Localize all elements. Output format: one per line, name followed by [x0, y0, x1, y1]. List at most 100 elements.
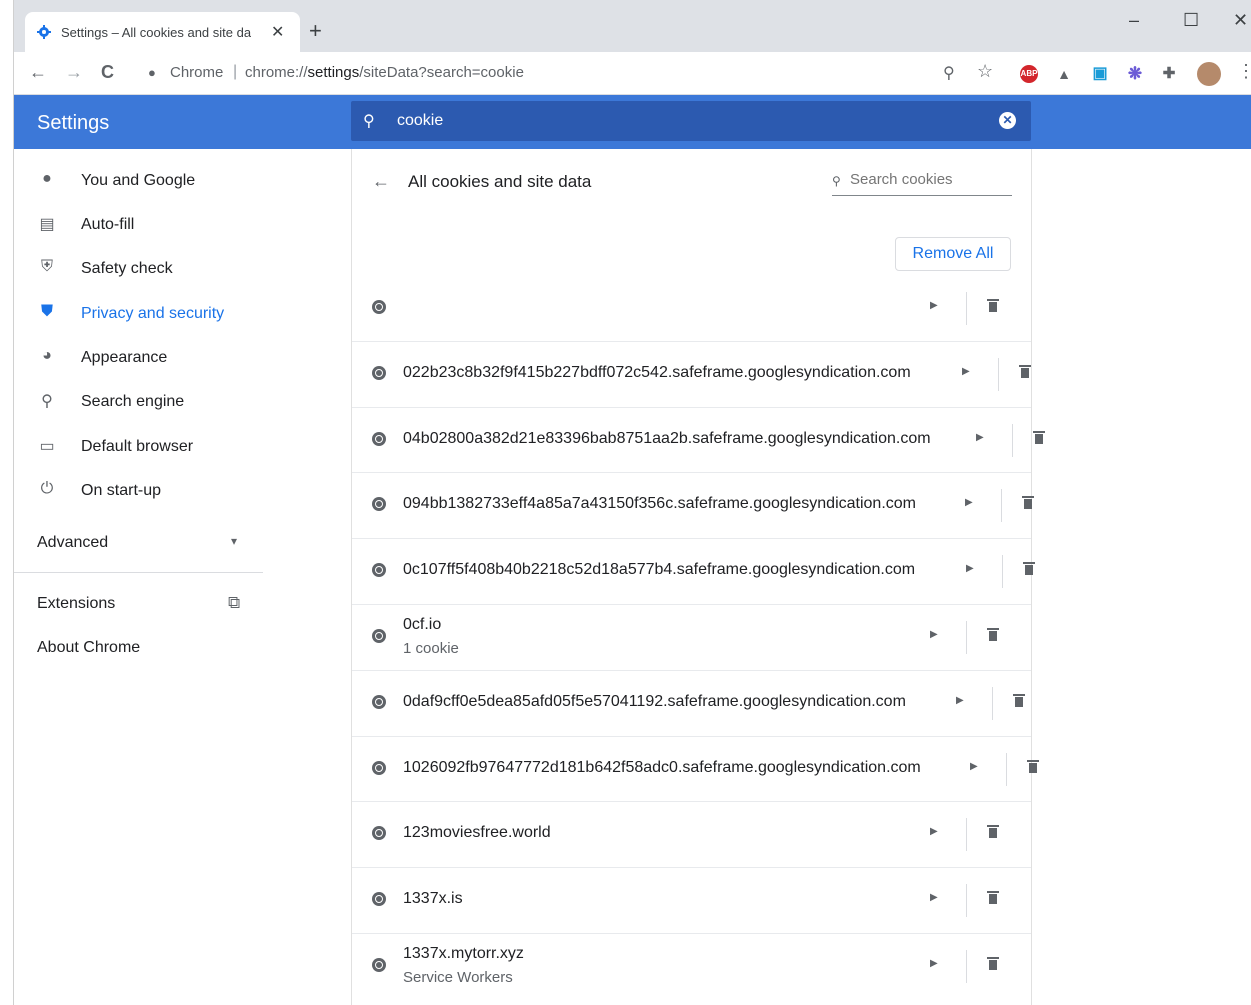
trash-lid — [1022, 496, 1034, 498]
cookie-row[interactable]: 094bb1382733eff4a85a7a43150f356c.safefra… — [352, 472, 1034, 538]
trash-can — [989, 302, 997, 312]
sidebar-item-default-browser[interactable]: ▭ Default browser — [13, 426, 263, 466]
puzzle-icon[interactable]: ✚ — [1160, 65, 1178, 83]
forward-button[interactable]: → — [65, 62, 83, 83]
globe-icon — [372, 761, 386, 775]
search-cookies-input[interactable] — [850, 171, 1010, 188]
remove-all-button[interactable]: Remove All — [895, 237, 1011, 271]
trash-lid — [1023, 562, 1035, 564]
trash-can — [1024, 499, 1032, 509]
sidebar-item-safety-check[interactable]: ⛨ Safety check — [13, 248, 263, 288]
url-prefix: chrome:// — [245, 64, 308, 81]
search-cookies-field[interactable]: ⚲ — [832, 171, 1012, 196]
trash-icon[interactable] — [1023, 562, 1035, 575]
trash-can — [1035, 434, 1043, 444]
drive-icon[interactable]: ▲ — [1055, 65, 1073, 83]
cookie-site-name: 1337x.mytorr.xyz — [403, 945, 524, 962]
cookie-row[interactable]: 1337x.mytorr.xyz Service Workers ▶ — [352, 933, 1031, 999]
trash-icon[interactable] — [1019, 365, 1031, 378]
settings-search-box[interactable]: ⚲ cookie ✕ — [351, 101, 1031, 141]
back-arrow-icon[interactable]: ← — [372, 171, 390, 192]
maximize-button[interactable]: ☐ — [1183, 10, 1199, 31]
sidebar-item-label: You and Google — [81, 172, 196, 189]
trash-can — [989, 960, 997, 970]
cookie-row[interactable]: 022b23c8b32f9f415b227bdff072c542.safefra… — [352, 341, 1031, 407]
sidebar-item-label: Appearance — [81, 349, 168, 366]
address-bar[interactable]: ● Chrome | chrome://settings/siteData?se… — [143, 58, 1013, 88]
cookie-row[interactable]: 04b02800a382d21e83396bab8751aa2b.safefra… — [352, 407, 1045, 473]
cookie-row[interactable]: 123moviesfree.world ▶ — [352, 801, 1031, 867]
trash-icon[interactable] — [987, 825, 999, 838]
sidebar-item-search-engine[interactable]: ⚲ Search engine — [13, 381, 263, 421]
cookie-site-name: 123moviesfree.world — [403, 824, 551, 841]
expand-arrow-icon[interactable]: ▶ — [930, 958, 938, 969]
back-button[interactable]: ← — [29, 62, 47, 83]
settings-search-input[interactable]: cookie — [397, 112, 443, 130]
sidebar-item-on-startup[interactable]: ⏻ On start-up — [13, 470, 263, 510]
minimize-button[interactable]: – — [1129, 10, 1139, 31]
row-separator — [1012, 424, 1013, 457]
trash-icon[interactable] — [1033, 431, 1045, 444]
globe-icon — [372, 366, 386, 380]
sidebar-extensions[interactable]: Extensions — [37, 595, 115, 613]
cookie-row[interactable]: 1026092fb97647772d181b642f58adc0.safefra… — [352, 736, 1039, 802]
external-link-icon[interactable]: ⧉ — [228, 593, 240, 613]
screen-capture-icon[interactable]: ▣ — [1091, 65, 1109, 83]
trash-lid — [1019, 365, 1031, 367]
trash-lid — [1033, 431, 1045, 433]
chrome-icon: ● — [148, 65, 156, 80]
avatar[interactable] — [1197, 62, 1221, 86]
expand-arrow-icon[interactable]: ▶ — [966, 563, 974, 574]
trash-icon[interactable] — [1022, 496, 1034, 509]
expand-arrow-icon[interactable]: ▶ — [962, 366, 970, 377]
sidebar-item-privacy-and-security[interactable]: ⛊ Privacy and security — [13, 293, 263, 333]
sidebar-item-you-and-google[interactable]: ● You and Google — [13, 160, 263, 200]
sidebar-item-autofill[interactable]: ▤ Auto-fill — [13, 204, 263, 244]
trash-icon[interactable] — [1013, 694, 1025, 707]
expand-arrow-icon[interactable]: ▶ — [930, 892, 938, 903]
sidebar-item-appearance[interactable]: ◕ Appearance — [13, 337, 263, 377]
adblock-plus-icon[interactable]: ABP — [1020, 65, 1038, 83]
zoom-icon[interactable]: ⚲ — [943, 63, 955, 83]
cookie-site-name: 0cf.io — [403, 616, 442, 633]
cookie-site-name: 1337x.is — [403, 890, 463, 907]
expand-arrow-icon[interactable]: ▶ — [930, 826, 938, 837]
cookie-row[interactable]: 0daf9cff0e5dea85afd05f5e57041192.safefra… — [352, 670, 1031, 736]
clear-search-icon[interactable]: ✕ — [999, 112, 1016, 129]
cookie-site-detail: 1 cookie — [403, 640, 459, 657]
settings-gear-icon — [37, 25, 51, 39]
expand-arrow-icon[interactable]: ▶ — [965, 497, 973, 508]
sidebar-advanced[interactable]: Advanced — [37, 534, 108, 552]
trash-icon[interactable] — [987, 957, 999, 970]
expand-arrow-icon[interactable]: ▶ — [976, 432, 984, 443]
expand-arrow-icon[interactable]: ▶ — [970, 761, 978, 772]
globe-icon — [372, 497, 386, 511]
trash-icon[interactable] — [987, 891, 999, 904]
omnibox-chrome-label: Chrome — [170, 64, 224, 81]
cookie-row[interactable]: ▶ — [352, 276, 1031, 341]
cookie-row[interactable]: 0c107ff5f408b40b2218c52d18a577b4.safefra… — [352, 538, 1035, 604]
chevron-down-icon[interactable]: ▾ — [231, 534, 237, 548]
trash-icon[interactable] — [1027, 760, 1039, 773]
trash-icon[interactable] — [987, 628, 999, 641]
sidebar-about-chrome[interactable]: About Chrome — [37, 639, 140, 657]
flower-icon[interactable]: ❋ — [1126, 65, 1144, 83]
expand-arrow-icon[interactable]: ▶ — [930, 629, 938, 640]
trash-icon[interactable] — [987, 299, 999, 312]
cookie-site-detail: Service Workers — [403, 969, 513, 986]
new-tab-button[interactable]: + — [309, 20, 322, 42]
expand-arrow-icon[interactable]: ▶ — [956, 695, 964, 706]
search-icon: ⚲ — [363, 113, 375, 130]
cookie-row[interactable]: 0cf.io 1 cookie ▶ — [352, 604, 1031, 670]
menu-icon[interactable]: ⋮ — [1237, 61, 1251, 82]
cookie-row[interactable]: 1337x.is ▶ — [352, 867, 1031, 933]
cookie-site-name: 022b23c8b32f9f415b227bdff072c542.safefra… — [403, 364, 911, 381]
close-window-button[interactable]: ✕ — [1233, 10, 1248, 31]
browser-toolbar: ← → C ● Chrome | chrome://settings/siteD… — [13, 52, 1251, 95]
tab-close-icon[interactable]: ✕ — [271, 22, 284, 42]
star-icon[interactable]: ☆ — [977, 61, 993, 82]
expand-arrow-icon[interactable]: ▶ — [930, 300, 938, 311]
reload-button[interactable]: C — [101, 62, 114, 83]
row-separator — [998, 358, 999, 391]
tab-settings[interactable]: Settings – All cookies and site da ✕ — [25, 12, 300, 52]
